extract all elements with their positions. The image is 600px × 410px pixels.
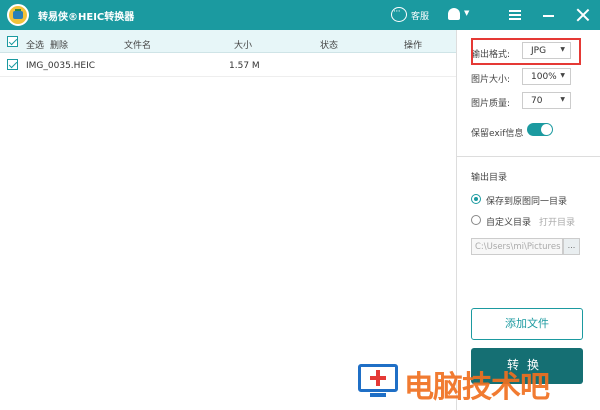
customer-service-label: 客服 [411, 12, 430, 22]
title-bar: 转易侠®HEIC转换器 客服 ▼ [0, 0, 600, 30]
chevron-down-icon: ▼ [560, 72, 565, 79]
user-account-icon[interactable] [448, 8, 460, 20]
minimize-icon[interactable] [543, 15, 554, 17]
image-size-label: 图片大小: [471, 75, 511, 85]
row-checkbox[interactable] [7, 59, 18, 70]
panel-divider [457, 156, 600, 157]
open-dir-link[interactable]: 打开目录 [539, 215, 575, 228]
select-all-checkbox[interactable] [7, 36, 18, 47]
output-dir-label: 输出目录 [471, 173, 508, 183]
add-file-button[interactable]: 添加文件 [471, 308, 583, 340]
custom-dir-radio[interactable] [471, 215, 481, 225]
browse-button[interactable]: ... [563, 238, 580, 255]
table-row[interactable]: IMG_0035.HEIC 1.57 M [0, 53, 456, 77]
watermark: 电脑技术吧 [356, 358, 596, 408]
column-file-name: 文件名 [124, 41, 152, 51]
save-same-dir-label[interactable]: 保存到原图同一目录 [486, 194, 567, 207]
output-path-value: C:\Users\mi\Pictures [475, 242, 561, 252]
save-same-dir-radio[interactable] [471, 194, 481, 204]
image-size-value: 100% [531, 72, 557, 82]
file-list-header: 全选 删除 文件名 大小 状态 操作 [0, 30, 456, 53]
row-file-name: IMG_0035.HEIC [26, 61, 96, 71]
column-status: 状态 [320, 41, 339, 51]
delete-button[interactable]: 删除 [50, 38, 68, 51]
chevron-down-icon: ▼ [560, 96, 565, 103]
image-quality-select[interactable]: 70 ▼ [522, 92, 571, 109]
output-path-input[interactable]: C:\Users\mi\Pictures [471, 238, 563, 255]
close-icon[interactable] [576, 8, 589, 21]
chat-bubble-icon [391, 7, 407, 22]
row-size: 1.57 M [229, 61, 260, 71]
keep-exif-label: 保留exif信息 [471, 129, 524, 139]
highlight-box [471, 38, 581, 65]
computer-medical-icon [356, 360, 400, 400]
menu-icon[interactable] [509, 10, 521, 20]
column-size: 大小 [234, 41, 253, 51]
select-all-label[interactable]: 全选 [26, 38, 44, 51]
custom-dir-label[interactable]: 自定义目录 [486, 215, 531, 228]
watermark-text: 电脑技术吧 [404, 370, 550, 405]
image-quality-value: 70 [531, 96, 543, 106]
app-title: 转易侠®HEIC转换器 [38, 12, 135, 23]
keep-exif-toggle[interactable] [527, 123, 553, 136]
app-logo-icon [7, 4, 29, 26]
image-size-select[interactable]: 100% ▼ [522, 68, 571, 85]
image-quality-label: 图片质量: [471, 99, 511, 109]
chevron-down-icon[interactable]: ▼ [464, 9, 469, 17]
column-action: 操作 [404, 41, 423, 51]
